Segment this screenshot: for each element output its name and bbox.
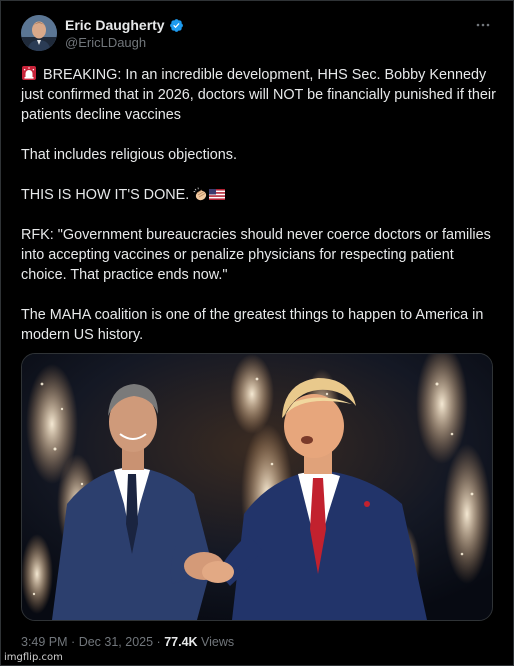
- avatar-image: [21, 15, 57, 51]
- meta-separator: ·: [156, 635, 161, 649]
- clapping-hands-icon: [193, 187, 209, 201]
- tweet-text: BREAKING: In an incredible development, …: [21, 65, 499, 345]
- views-count[interactable]: 77.4K: [164, 635, 197, 649]
- display-name[interactable]: Eric Daugherty: [65, 17, 165, 33]
- imgflip-watermark: imgflip.com: [4, 652, 63, 663]
- paragraph-text: THIS IS HOW IT'S DONE.: [21, 187, 190, 203]
- paragraph-how-its-done: THIS IS HOW IT'S DONE.: [21, 185, 499, 205]
- us-flag-icon: [209, 187, 226, 201]
- tweet-card: Eric Daugherty @EricLDaugh BREAKING: In …: [0, 0, 514, 666]
- post-date[interactable]: Dec 31, 2025: [79, 635, 153, 649]
- tweet-image[interactable]: [21, 353, 493, 621]
- handle[interactable]: @EricLDaugh: [65, 35, 146, 50]
- paragraph-rfk-quote: RFK: "Government bureaucracies should ne…: [21, 227, 495, 283]
- paragraph-breaking: BREAKING: In an incredible development, …: [21, 65, 499, 125]
- more-options-icon[interactable]: [475, 17, 491, 33]
- post-time[interactable]: 3:49 PM: [21, 635, 68, 649]
- tweet-meta: 3:49 PM · Dec 31, 2025 · 77.4K Views: [21, 635, 234, 649]
- rotating-light-icon: [21, 65, 37, 81]
- handshake-photo: [22, 354, 492, 620]
- paragraph-religious: That includes religious objections.: [21, 147, 237, 163]
- verified-badge-icon: [169, 18, 184, 33]
- paragraph-maha: The MAHA coalition is one of the greates…: [21, 307, 488, 343]
- views-label: Views: [201, 635, 235, 649]
- paragraph-text: BREAKING: In an incredible development, …: [21, 67, 500, 123]
- tweet-header: Eric Daugherty @EricLDaugh: [21, 15, 495, 55]
- avatar[interactable]: [21, 15, 57, 51]
- meta-separator: ·: [71, 635, 76, 649]
- name-row: Eric Daugherty: [65, 17, 184, 33]
